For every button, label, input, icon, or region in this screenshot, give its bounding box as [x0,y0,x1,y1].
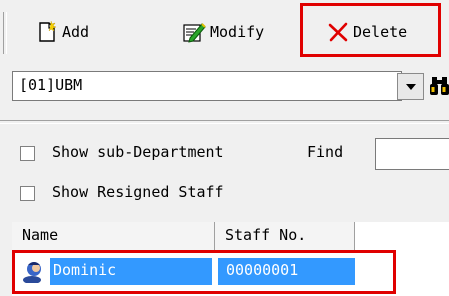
table-row-staff-no-cell[interactable]: 00000001 [218,258,355,285]
modify-label: Modify [210,23,265,41]
add-label: Add [62,23,90,41]
row-staff-no: 00000001 [226,261,299,279]
x-cross-icon [327,21,349,43]
modify-button[interactable]: Modify [182,12,264,52]
add-button[interactable]: Add [38,12,89,52]
edit-icon [182,20,206,44]
delete-button[interactable]: Delete [327,12,407,52]
find-label: Find [307,143,344,161]
toolbar-grip[interactable] [3,12,7,54]
separator [0,120,449,124]
column-header-name[interactable]: Name [12,222,215,252]
find-input[interactable] [375,138,449,170]
binoculars-icon[interactable] [430,74,449,102]
column-header-staff-no[interactable]: Staff No. [215,222,355,252]
user-avatar-icon [22,259,48,287]
table-row-name-cell[interactable]: Dominic [50,258,212,285]
row-name: Dominic [53,261,117,279]
show-sub-department-checkbox[interactable] [20,146,35,161]
show-resigned-staff-checkbox[interactable] [20,186,35,201]
column-header-name-label: Name [22,226,59,244]
new-page-icon [38,21,58,43]
column-header-staff-no-label: Staff No. [225,226,307,244]
department-dropdown-button[interactable] [397,73,424,100]
chevron-down-icon [405,79,417,95]
delete-label: Delete [353,23,408,41]
department-value: [01]UBM [19,76,83,94]
department-select[interactable]: [01]UBM [12,71,402,101]
show-sub-department-label: Show sub-Department [52,143,224,161]
show-resigned-staff-label: Show Resigned Staff [52,183,224,201]
